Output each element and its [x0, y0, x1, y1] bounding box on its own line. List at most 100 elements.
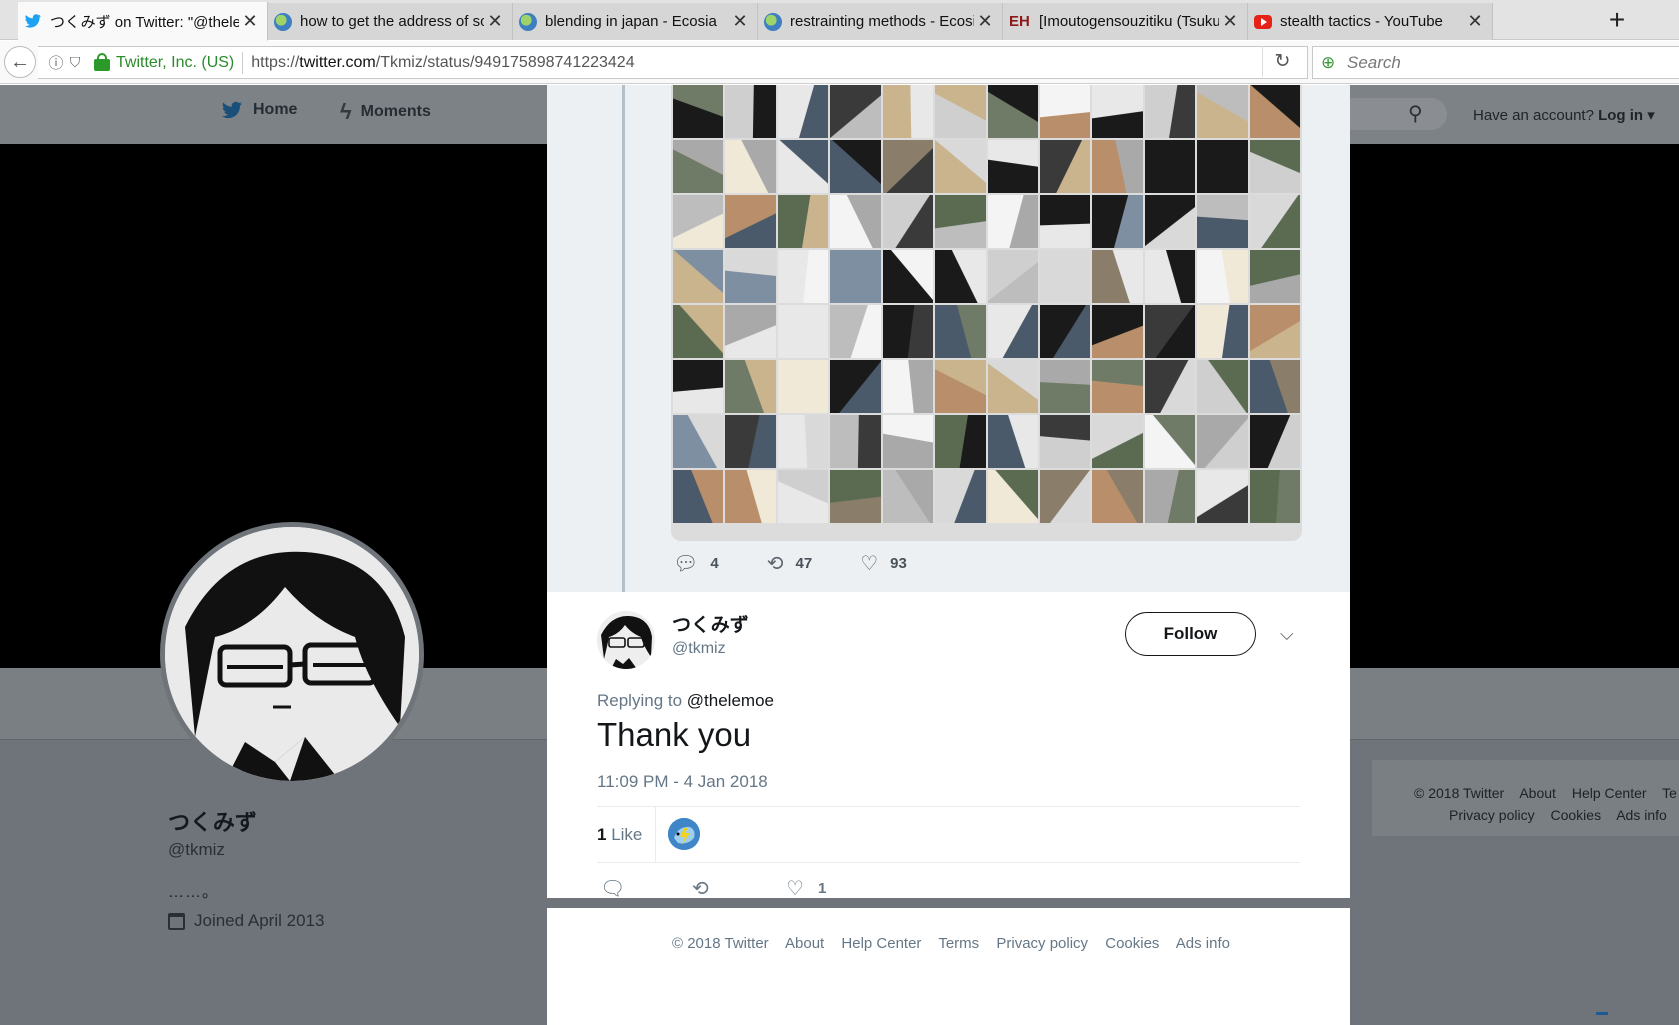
url-text[interactable]: https://twitter.com/Tkmiz/status/9491758… — [251, 54, 634, 72]
chevron-down-icon[interactable]: ⌵ — [1280, 624, 1294, 645]
collage-thumbnail — [1092, 250, 1143, 303]
collage-thumbnail — [1197, 470, 1248, 523]
close-tab-icon[interactable]: ✕ — [729, 11, 751, 32]
url-scheme: https:// — [251, 53, 300, 71]
footer-link-cookies[interactable]: Cookies — [1105, 935, 1159, 952]
footer-link-terms[interactable]: Terms — [938, 935, 979, 952]
collage-thumbnail — [673, 85, 724, 138]
search-bar[interactable]: ⊕ Search — [1312, 46, 1679, 79]
retweet-button[interactable]: ⟲ — [692, 876, 786, 901]
tab-ecosia-2[interactable]: blending in japan - Ecosia ✕ — [513, 3, 758, 40]
close-tab-icon[interactable]: ✕ — [974, 11, 996, 32]
address-bar[interactable]: ⓘ ⛉ Twitter, Inc. (US) https://twitter.c… — [38, 46, 1308, 79]
collage-thumbnail — [673, 415, 724, 468]
replying-to: Replying to @thelemoe — [597, 691, 774, 711]
footer-link-privacy[interactable]: Privacy policy — [1449, 807, 1535, 823]
footer-link-help[interactable]: Help Center — [1572, 785, 1647, 801]
footer-link-ads[interactable]: Ads info — [1176, 935, 1230, 952]
info-icon[interactable]: ⓘ — [46, 52, 66, 73]
reload-icon[interactable]: ↻ — [1262, 46, 1302, 77]
tab-twitter[interactable]: つくみず on Twitter: "@thele ✕ — [18, 2, 268, 41]
collage-thumbnail — [1092, 195, 1143, 248]
like-button[interactable]: ♡ 93 — [860, 551, 907, 576]
tab-ecosia-1[interactable]: how to get the address of so ✕ — [268, 3, 513, 40]
collage-thumbnail — [777, 250, 829, 303]
nav-moments[interactable]: ϟ Moments — [340, 99, 431, 125]
like-stat-label: Like — [611, 825, 643, 844]
close-tab-icon[interactable]: ✕ — [484, 11, 506, 32]
collage-thumbnail — [1092, 415, 1143, 468]
collage-thumbnail — [725, 195, 776, 248]
thread-connector-line — [622, 85, 625, 600]
collage-thumbnail — [1039, 85, 1091, 138]
like-count: 93 — [890, 555, 907, 572]
new-tab-plus-icon[interactable]: + — [1600, 6, 1634, 34]
footer-link-privacy[interactable]: Privacy policy — [996, 935, 1088, 952]
collage-thumbnail — [1144, 305, 1196, 358]
tweet-avatar[interactable] — [597, 611, 655, 669]
url-path: /Tkmiz/status/949175898741223424 — [375, 53, 635, 71]
reply-button[interactable]: 🗨︎ — [600, 876, 692, 901]
footer-link-ads[interactable]: Ads info — [1616, 807, 1667, 823]
twitter-page: Home ϟ Moments ⚲ Have an account? Log in… — [0, 85, 1679, 1025]
collage-thumbnail — [1092, 140, 1143, 193]
tracking-shield-icon[interactable]: ⛉ — [66, 54, 84, 71]
heart-icon: ♡ — [860, 553, 879, 575]
collage-thumbnail — [830, 415, 881, 468]
sidebar-footer-row-1: © 2018 Twitter About Help Center Te — [1414, 785, 1679, 801]
footer-link-terms[interactable]: Te — [1662, 785, 1677, 801]
tweet-timestamp[interactable]: 11:09 PM - 4 Jan 2018 — [597, 772, 768, 792]
ecosia-icon — [274, 12, 292, 31]
tweet-author-handle[interactable]: @tkmiz — [672, 640, 726, 658]
collage-thumbnail — [1249, 140, 1300, 193]
tab-eh[interactable]: EH [Imoutogensouzitiku (Tsukun ✕ — [1003, 3, 1248, 40]
parent-tweet-image[interactable] — [671, 85, 1302, 541]
close-tab-icon[interactable]: ✕ — [1219, 11, 1241, 32]
decorative-mark — [1596, 1012, 1608, 1015]
tab-youtube[interactable]: stealth tactics - YouTube ✕ — [1248, 3, 1493, 40]
footer-link-about[interactable]: About — [785, 935, 824, 952]
tweet-author-name[interactable]: つくみず — [672, 610, 749, 637]
footer-link-about[interactable]: About — [1519, 785, 1556, 801]
collage-thumbnail — [777, 305, 829, 358]
follow-button[interactable]: Follow — [1125, 612, 1256, 656]
collage-thumbnail — [1197, 85, 1248, 138]
avatar-illustration — [597, 611, 655, 669]
replying-to-handle[interactable]: @thelemoe — [687, 691, 774, 710]
collage-thumbnail — [935, 305, 986, 358]
collage-thumbnail — [777, 85, 829, 138]
browser-navigation-bar: ← ⓘ ⛉ Twitter, Inc. (US) https://twitter… — [0, 41, 1679, 84]
collage-thumbnail — [830, 140, 881, 193]
collage-thumbnail — [830, 470, 881, 523]
chevron-down-icon[interactable]: ▾ — [1643, 107, 1655, 124]
footer-link-cookies[interactable]: Cookies — [1550, 807, 1601, 823]
tweet-like-stats[interactable]: 1 Like — [597, 825, 642, 845]
sidebar-footer-row-2: Privacy policy Cookies Ads info — [1449, 807, 1679, 823]
tab-ecosia-3[interactable]: restrainting methods - Ecosia ✕ — [758, 3, 1003, 40]
collage-thumbnail — [725, 305, 776, 358]
collage-thumbnail — [673, 140, 724, 193]
collage-thumbnail — [935, 250, 986, 303]
retweet-button[interactable]: ⟲ 47 — [767, 551, 812, 576]
collage-thumbnail — [1144, 140, 1196, 193]
like-button[interactable]: ♡ 1 — [786, 876, 826, 901]
collage-thumbnail — [777, 415, 829, 468]
collage-thumbnail — [1144, 415, 1196, 468]
collage-thumbnail — [882, 250, 934, 303]
close-tab-icon[interactable]: ✕ — [1464, 11, 1486, 32]
profile-avatar[interactable] — [160, 522, 424, 786]
collage-thumbnail — [725, 415, 776, 468]
collage-thumbnail — [987, 470, 1038, 523]
back-arrow-icon[interactable]: ← — [4, 46, 36, 78]
reply-button[interactable]: 💬︎ 4 — [673, 551, 719, 576]
login-link[interactable]: Log in — [1598, 107, 1643, 124]
collage-thumbnail — [935, 195, 986, 248]
site-identity[interactable]: Twitter, Inc. (US) — [116, 54, 234, 72]
footer-link-help[interactable]: Help Center — [841, 935, 921, 952]
liker-avatar[interactable] — [668, 818, 700, 850]
search-icon[interactable]: ⚲ — [1408, 101, 1423, 126]
search-placeholder: Search — [1347, 52, 1401, 72]
divider — [242, 51, 244, 74]
nav-home[interactable]: Home — [220, 99, 297, 121]
close-tab-icon[interactable]: ✕ — [239, 11, 261, 32]
